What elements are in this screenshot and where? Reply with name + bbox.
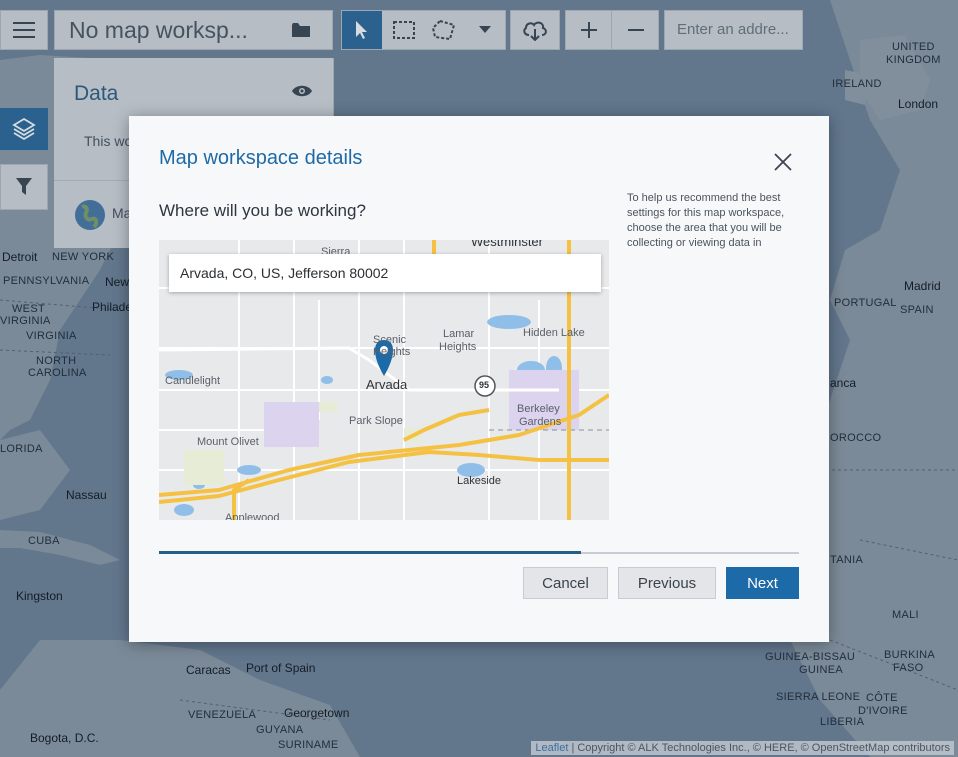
map-label-westminster: Westminster [471,240,543,249]
leaflet-link[interactable]: Leaflet [535,742,568,754]
help-text: To help us recommend the best settings f… [627,192,785,249]
map-label-applewood: Applewood [225,512,280,520]
location-map[interactable]: Westminster Sierra Scenic Heights Lamar … [159,240,609,520]
map-label-lakeside: Lakeside [457,475,502,487]
map-label-berkeley: Berkeley [517,403,560,415]
map-label-gardens: Gardens [519,416,562,428]
address-field[interactable]: Arvada, CO, US, Jefferson 80002 [169,254,601,292]
map-attribution: Leaflet | Copyright © ALK Technologies I… [531,741,954,755]
map-label-hidden-lake: Hidden Lake [523,327,585,339]
map-label-scenic: Scenic [373,334,407,346]
map-label-mount-olivet: Mount Olivet [197,436,259,448]
workspace-details-dialog: Map workspace details Where will you be … [129,116,829,642]
close-icon [774,153,792,171]
map-label-lamar: Lamar [443,328,475,340]
route-95-badge: 95 [479,380,490,390]
map-label-lamar-heights: Heights [439,341,477,353]
previous-button[interactable]: Previous [618,567,716,599]
map-label-arvada: Arvada [366,377,408,392]
map-label-park-slope: Park Slope [349,415,403,427]
next-button[interactable]: Next [726,567,799,599]
progress-fill [159,551,582,554]
close-button[interactable] [769,148,797,176]
map-label-candlelight: Candlelight [165,375,221,387]
location-question: Where will you be working? [159,201,366,220]
map-label-heights: Heights [373,346,411,358]
dialog-title: Map workspace details [159,147,363,169]
attribution-text: | Copyright © ALK Technologies Inc., © H… [568,742,950,754]
cancel-button[interactable]: Cancel [523,567,608,599]
progress-bar [159,551,799,554]
